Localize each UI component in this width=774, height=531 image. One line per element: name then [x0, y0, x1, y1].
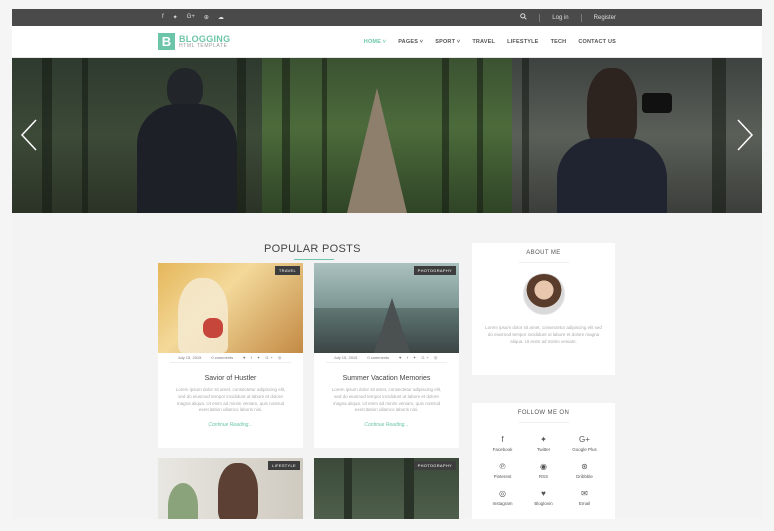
main-content: POPULAR POSTS TRAVEL July 15, 2015 0 com… — [12, 213, 762, 519]
post-excerpt: Lorem ipsum dolor sit amet, consectetur … — [331, 387, 442, 413]
dribbble-icon: ⊛ — [581, 462, 588, 471]
email-icon: ✉ — [581, 489, 588, 498]
follow-grid: f Facebook ✦ Twitter G+ Google Plus ℗ Pi… — [472, 423, 615, 506]
follow-label: Facebook — [492, 447, 513, 452]
google-plus-icon: G+ — [579, 435, 590, 444]
google-plus-icon[interactable]: G+ — [187, 14, 195, 21]
post-image[interactable]: PHOTOGRAPHY — [314, 263, 459, 353]
about-text: Lorem ipsum dolor sit amet, consectetur … — [485, 325, 602, 344]
follow-instagram[interactable]: ◎ Instagram — [482, 489, 523, 506]
nav-sport[interactable]: SPORT ˅ — [435, 39, 460, 45]
share-icons[interactable]: ♥ f ✦ G+ ◎ — [243, 355, 283, 360]
twitter-icon[interactable]: ✦ — [173, 14, 178, 21]
browser-frame: f ✦ G+ ⊕ ☁ Log in Register B BLOGGING HT… — [12, 9, 762, 519]
login-link[interactable]: Log in — [552, 15, 568, 21]
post-title[interactable]: Summer Vacation Memories — [314, 375, 459, 382]
follow-label: Dribbble — [576, 474, 593, 479]
slider-prev-icon[interactable] — [20, 118, 38, 152]
logo-subtitle: HTML TEMPLATE — [179, 42, 228, 49]
twitter-icon: ✦ — [540, 435, 547, 444]
follow-label: Bloglovin — [534, 501, 553, 506]
continue-reading-link[interactable]: Continue Reading... — [158, 422, 303, 428]
post-card[interactable]: PHOTOGRAPHY July 15, 2015 0 comments ♥ f… — [314, 263, 459, 448]
post-meta: July 15, 2015 0 comments ♥ f ✦ G+ ◎ — [326, 353, 447, 363]
post-title[interactable]: Savior of Hustler — [158, 375, 303, 382]
slide-image-forest-path — [262, 58, 512, 213]
top-bar-right: Log in Register — [520, 13, 616, 22]
follow-label: Email — [578, 501, 591, 506]
top-bar: f ✦ G+ ⊕ ☁ Log in Register — [12, 9, 762, 26]
widget-title: ABOUT ME — [526, 250, 561, 256]
hero-slider[interactable] — [12, 58, 762, 213]
main-nav: HOME ˅ PAGES ˅ SPORT ˅ TRAVEL LIFESTYLE … — [364, 39, 616, 45]
post-image[interactable]: PHOTOGRAPHY — [314, 458, 459, 519]
post-comments[interactable]: 0 comments — [367, 355, 389, 360]
widget-title: FOLLOW ME ON — [517, 410, 570, 416]
follow-label: Google Plus — [572, 447, 597, 452]
pinterest-icon[interactable]: ⊕ — [204, 14, 209, 21]
pinterest-icon: ℗ — [499, 462, 506, 471]
post-date: July 15, 2015 — [177, 355, 202, 360]
post-meta: July 15, 2015 0 comments ♥ f ✦ G+ ◎ — [170, 353, 291, 363]
avatar[interactable] — [522, 273, 565, 315]
site-header: B BLOGGING HTML TEMPLATE HOME ˅ PAGES ˅ … — [12, 26, 762, 58]
facebook-icon[interactable]: f — [162, 14, 164, 21]
follow-me-widget: FOLLOW ME ON f Facebook ✦ Twitter G+ Goo… — [472, 403, 615, 519]
divider — [518, 262, 569, 263]
register-link[interactable]: Register — [594, 15, 616, 21]
continue-reading-link[interactable]: Continue Reading... — [314, 422, 459, 428]
post-card[interactable]: PHOTOGRAPHY — [314, 458, 459, 519]
nav-travel[interactable]: TRAVEL — [472, 39, 495, 45]
about-me-widget: ABOUT ME Lorem ipsum dolor sit amet, con… — [472, 243, 615, 375]
logo-text: BLOGGING HTML TEMPLATE — [179, 34, 230, 49]
nav-pages[interactable]: PAGES ˅ — [398, 39, 423, 45]
search-icon[interactable] — [520, 13, 527, 22]
follow-rss[interactable]: ◉ RSS — [523, 462, 564, 479]
category-badge[interactable]: LIFESTYLE — [268, 461, 300, 470]
social-links: f ✦ G+ ⊕ ☁ — [162, 14, 224, 21]
post-date: July 15, 2015 — [333, 355, 358, 360]
post-comments[interactable]: 0 comments — [211, 355, 233, 360]
section-title: POPULAR POSTS — [264, 243, 361, 260]
instagram-icon: ◎ — [499, 489, 506, 498]
follow-label: RSS — [538, 474, 549, 479]
logo-mark: B — [158, 33, 175, 50]
follow-facebook[interactable]: f Facebook — [482, 435, 523, 452]
post-card[interactable]: LIFESTYLE — [158, 458, 303, 519]
post-image[interactable]: TRAVEL — [158, 263, 303, 353]
category-badge[interactable]: TRAVEL — [274, 266, 300, 275]
post-card[interactable]: TRAVEL July 15, 2015 0 comments ♥ f ✦ G+… — [158, 263, 303, 448]
follow-twitter[interactable]: ✦ Twitter — [523, 435, 564, 452]
follow-label: Twitter — [536, 447, 551, 452]
category-badge[interactable]: PHOTOGRAPHY — [413, 461, 456, 470]
post-excerpt: Lorem ipsum dolor sit amet, consectetur … — [175, 387, 286, 413]
slide-image-photographer — [512, 58, 762, 213]
divider — [580, 13, 582, 22]
slide-image-woman-forest — [12, 58, 262, 213]
follow-dribbble[interactable]: ⊛ Dribbble — [564, 462, 605, 479]
follow-label: Pinterest — [493, 474, 512, 479]
share-icons[interactable]: ♥ f ✦ G+ ◎ — [399, 355, 439, 360]
nav-lifestyle[interactable]: LIFESTYLE — [507, 39, 538, 45]
nav-contact-us[interactable]: CONTACT US — [578, 39, 616, 45]
slider-next-icon[interactable] — [736, 118, 754, 152]
follow-bloglovin[interactable]: ♥ Bloglovin — [523, 489, 564, 506]
follow-email[interactable]: ✉ Email — [564, 489, 605, 506]
heart-icon: ♥ — [541, 489, 546, 498]
follow-pinterest[interactable]: ℗ Pinterest — [482, 462, 523, 479]
facebook-icon: f — [501, 435, 504, 444]
category-badge[interactable]: PHOTOGRAPHY — [413, 266, 456, 275]
site-logo[interactable]: B BLOGGING HTML TEMPLATE — [158, 33, 230, 50]
nav-home[interactable]: HOME ˅ — [364, 39, 386, 45]
cloud-icon[interactable]: ☁ — [218, 14, 224, 21]
divider — [539, 13, 541, 22]
follow-google-plus[interactable]: G+ Google Plus — [564, 435, 605, 452]
rss-icon: ◉ — [540, 462, 547, 471]
follow-label: Instagram — [492, 501, 513, 506]
nav-tech[interactable]: TECH — [551, 39, 567, 45]
post-image[interactable]: LIFESTYLE — [158, 458, 303, 519]
